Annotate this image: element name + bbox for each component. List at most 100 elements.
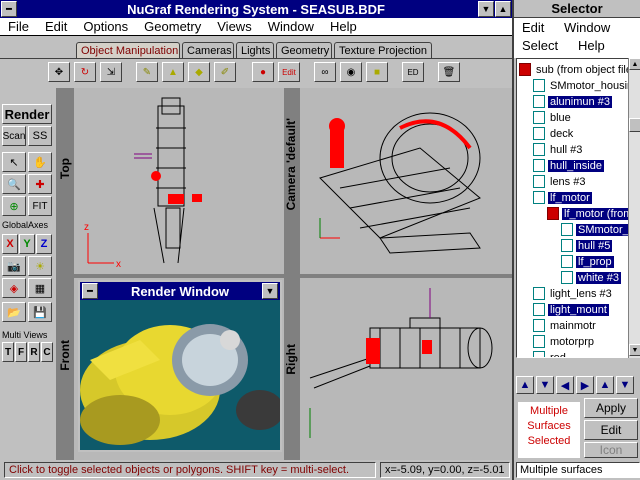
tree-item[interactable]: alunimun #3 <box>533 93 612 110</box>
icon-button[interactable]: Icon <box>584 442 638 458</box>
render-window-minimize-icon[interactable]: ▼ <box>262 283 278 299</box>
link-icon[interactable]: ∞ <box>314 62 336 82</box>
tree-item[interactable]: SMmotor_h <box>561 221 637 238</box>
tab-cameras[interactable]: Cameras <box>182 42 234 58</box>
right-arrow-icon[interactable]: ▶ <box>576 376 594 394</box>
tree-item[interactable]: hull #5 <box>561 237 613 254</box>
axis-x-button[interactable]: X <box>2 234 18 254</box>
scroll-thumb[interactable] <box>629 118 640 132</box>
menu-file[interactable]: File <box>0 19 37 34</box>
view-f-button[interactable]: F <box>15 342 27 362</box>
pencil-icon[interactable]: ✎ <box>136 62 158 82</box>
render-button[interactable]: Render <box>2 104 52 124</box>
edit-button[interactable]: Edit <box>584 420 638 440</box>
apply-button[interactable]: Apply <box>584 398 638 418</box>
down-arrow-2-icon[interactable]: ▼ <box>616 376 634 394</box>
save-icon[interactable]: 💾 <box>28 302 52 322</box>
move-icon[interactable]: ✥ <box>48 62 70 82</box>
maximize-icon[interactable]: ▲ <box>495 1 511 17</box>
menu-help[interactable]: Help <box>322 19 365 34</box>
menu-views[interactable]: Views <box>209 19 259 34</box>
tree-item[interactable]: lf_motor <box>533 189 592 206</box>
tree-item[interactable]: mainmotr <box>533 317 598 334</box>
ss-button[interactable]: SS <box>28 126 52 146</box>
system-menu-icon[interactable]: ━ <box>1 1 17 17</box>
tree-item[interactable]: lf_motor (from <box>547 205 635 222</box>
cube-icon[interactable]: ■ <box>366 62 388 82</box>
tree-item[interactable]: light_mount <box>533 301 609 318</box>
tab-lights[interactable]: Lights <box>236 42 274 58</box>
view-r-button[interactable]: R <box>28 342 40 362</box>
tree-item[interactable]: red <box>533 349 568 357</box>
main-title-bar[interactable]: ━ NuGraf Rendering System - SEASUB.BDF ▼… <box>0 0 512 18</box>
camera-icon[interactable]: 📷 <box>2 256 26 276</box>
selector-menu-window[interactable]: Window <box>564 20 610 35</box>
ed-icon[interactable]: ED <box>402 62 424 82</box>
tree-item[interactable]: white #3 <box>561 269 621 286</box>
eraser-icon[interactable]: ◆ <box>188 62 210 82</box>
edit-icon[interactable]: Edit <box>278 62 300 82</box>
render-window-menu-icon[interactable]: ━ <box>82 283 98 299</box>
tree-item[interactable]: light_lens #3 <box>533 285 614 302</box>
viewport-right[interactable] <box>300 278 512 460</box>
target-icon[interactable]: ⊕ <box>2 196 26 216</box>
material-icon[interactable]: ◈ <box>2 278 26 298</box>
down-arrow-icon[interactable]: ▼ <box>536 376 554 394</box>
hand-icon[interactable]: ✋ <box>28 152 52 172</box>
selector-menu-select[interactable]: Select <box>522 38 558 53</box>
axis-z-button[interactable]: Z <box>36 234 52 254</box>
viewport-camera[interactable] <box>300 88 512 274</box>
tree-item[interactable]: lens #3 <box>533 173 587 190</box>
scan-button[interactable]: Scan <box>2 126 26 146</box>
selector-menu-edit[interactable]: Edit <box>522 20 544 35</box>
menu-geometry[interactable]: Geometry <box>136 19 209 34</box>
tree-item[interactable]: motorprp <box>533 333 596 350</box>
tree-item[interactable]: lf_prop <box>561 253 614 270</box>
right-wireframe-drawing <box>309 288 493 438</box>
minimize-icon[interactable]: ▼ <box>478 1 494 17</box>
scale-icon[interactable]: ⇲ <box>100 62 122 82</box>
scroll-up-icon[interactable]: ▲ <box>629 58 640 70</box>
tab-texture-projection[interactable]: Texture Projection <box>334 42 432 58</box>
pointer-icon[interactable]: ↖ <box>2 152 26 172</box>
triangle-icon[interactable]: ▲ <box>162 62 184 82</box>
view-t-button[interactable]: T <box>2 342 14 362</box>
up-arrow-2-icon[interactable]: ▲ <box>596 376 614 394</box>
trash-icon[interactable]: 🗑 <box>438 62 460 82</box>
tab-geometry[interactable]: Geometry <box>276 42 332 58</box>
tree-item[interactable]: hull #3 <box>533 141 584 158</box>
tree-item[interactable]: SMmotor_housing <box>533 77 639 94</box>
axis-y-button[interactable]: Y <box>19 234 35 254</box>
layers-icon[interactable]: ▦ <box>28 278 52 298</box>
tree-item[interactable]: hull_inside <box>533 157 604 174</box>
menu-options[interactable]: Options <box>75 19 136 34</box>
selector-tree[interactable]: sub (from object file) SMmotor_housing alu… <box>516 58 640 358</box>
viewport-top[interactable]: x z <box>74 88 284 274</box>
left-arrow-icon[interactable]: ◀ <box>556 376 574 394</box>
light-icon[interactable]: ☀ <box>28 256 52 276</box>
crosshair-icon[interactable]: ✚ <box>28 174 52 194</box>
scroll-down-icon[interactable]: ▼ <box>629 344 640 356</box>
viewport-right-label: Right <box>284 344 298 375</box>
up-arrow-icon[interactable]: ▲ <box>516 376 534 394</box>
selector-title-bar[interactable]: Selector <box>514 0 640 18</box>
sphere-icon[interactable]: ◉ <box>340 62 362 82</box>
open-icon[interactable]: 📂 <box>2 302 26 322</box>
top-axis-x: x <box>116 259 121 270</box>
selector-menu-help[interactable]: Help <box>578 38 605 53</box>
rotate-icon[interactable]: ↻ <box>74 62 96 82</box>
tree-item[interactable]: deck <box>533 125 575 142</box>
tree-item[interactable]: sub (from object file) <box>519 61 638 78</box>
zoom-icon[interactable]: 🔍 <box>2 174 26 194</box>
palette-icon[interactable]: ● <box>252 62 274 82</box>
render-window-titlebar[interactable]: ━ Render Window ▼ <box>80 282 280 300</box>
menu-window[interactable]: Window <box>260 19 322 34</box>
view-c-button[interactable]: C <box>41 342 53 362</box>
tree-item[interactable]: blue <box>533 109 573 126</box>
surface-icon <box>533 143 545 156</box>
brush-icon[interactable]: ✐ <box>214 62 236 82</box>
tab-object-manipulation[interactable]: Object Manipulation <box>76 42 180 58</box>
selector-tree-scrollbar[interactable]: ▲ ▼ <box>628 58 640 358</box>
fit-button[interactable]: FIT <box>28 196 52 216</box>
menu-edit[interactable]: Edit <box>37 19 75 34</box>
